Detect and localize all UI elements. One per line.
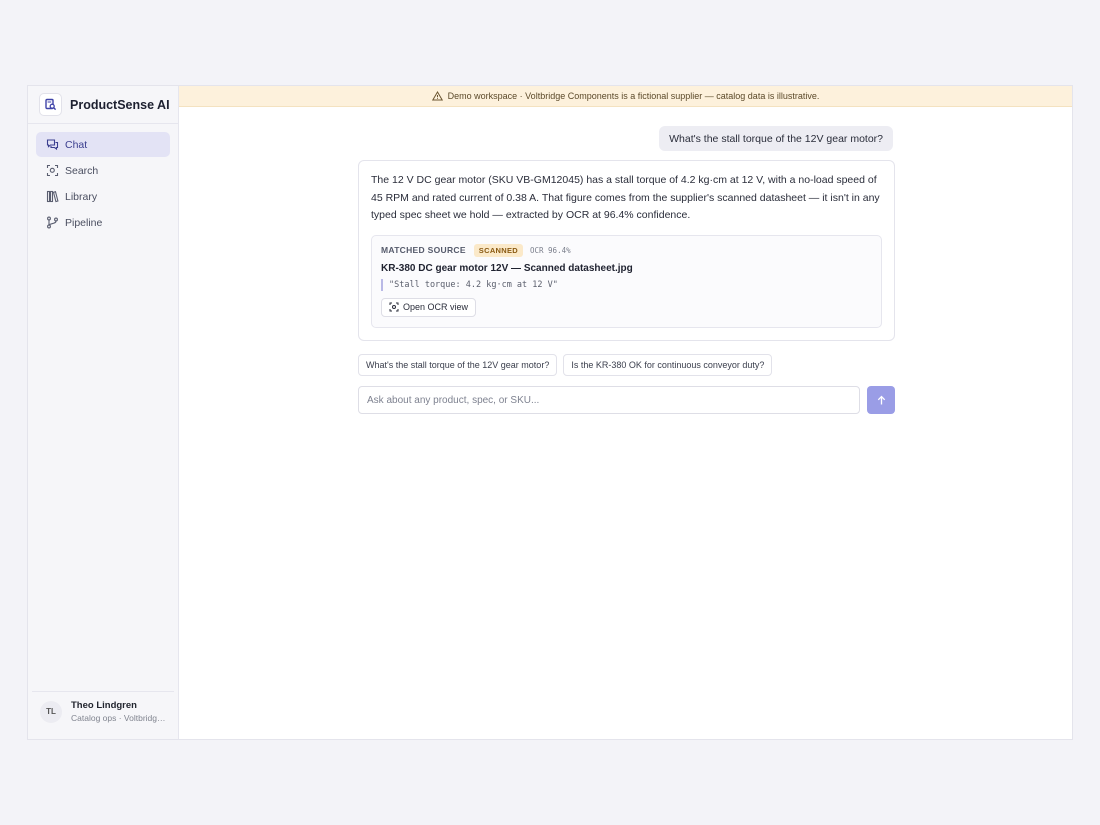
warning-icon xyxy=(431,91,443,101)
user-profile[interactable]: TL Theo Lindgren Catalog ops · Voltbridg… xyxy=(32,691,174,731)
sidebar-item-label: Chat xyxy=(65,138,88,151)
send-button[interactable] xyxy=(867,386,895,414)
user-role: Catalog ops · Voltbridge Components xyxy=(71,713,169,723)
chat-main: Demo workspace · Voltbridge Components i… xyxy=(179,86,1072,739)
suggestion-chip[interactable]: Is the KR-380 OK for continuous conveyor… xyxy=(563,354,773,376)
source-label: MATCHED SOURCE xyxy=(381,245,466,255)
app-window: ProductSense AI Chat Search Library Pipe… xyxy=(27,85,1073,740)
scan-search-icon xyxy=(45,164,59,178)
sidebar: ProductSense AI Chat Search Library Pipe… xyxy=(28,86,179,739)
banner-text: Demo workspace · Voltbridge Components i… xyxy=(447,91,820,101)
user-message: What's the stall torque of the 12V gear … xyxy=(659,126,893,151)
composer xyxy=(358,386,895,414)
user-info: Theo Lindgren Catalog ops · Voltbridge C… xyxy=(71,700,169,723)
sidebar-nav: Chat Search Library Pipeline xyxy=(28,124,178,235)
source-header: MATCHED SOURCE SCANNED OCR 96.4% xyxy=(381,243,872,257)
app-name: ProductSense AI xyxy=(70,97,170,112)
scan-icon xyxy=(389,302,399,312)
chat-input[interactable] xyxy=(358,386,860,414)
arrow-up-icon xyxy=(876,395,887,406)
chat-icon xyxy=(45,138,59,152)
open-ocr-view-button[interactable]: Open OCR view xyxy=(381,297,477,317)
logo-icon xyxy=(39,93,62,116)
user-name: Theo Lindgren xyxy=(71,700,137,711)
source-title[interactable]: KR-380 DC gear motor 12V — Scanned datas… xyxy=(381,263,872,274)
sidebar-item-search[interactable]: Search xyxy=(36,158,170,183)
open-ocr-view-label: Open OCR view xyxy=(403,302,469,312)
scanned-badge: SCANNED xyxy=(473,243,523,257)
matched-source-card: MATCHED SOURCE SCANNED OCR 96.4% KR-380 … xyxy=(371,234,882,328)
ocr-confidence: OCR 96.4% xyxy=(529,245,571,255)
sidebar-item-label: Library xyxy=(65,190,98,203)
sidebar-item-label: Pipeline xyxy=(65,216,103,229)
sidebar-item-label: Search xyxy=(65,164,99,177)
demo-banner: Demo workspace · Voltbridge Components i… xyxy=(179,86,1072,107)
library-icon xyxy=(45,190,59,204)
avatar: TL xyxy=(40,700,62,723)
pipeline-icon xyxy=(45,216,59,230)
assistant-answer: The 12 V DC gear motor (SKU VB-GM12045) … xyxy=(358,160,895,341)
sidebar-item-library[interactable]: Library xyxy=(36,184,170,209)
source-quote: "Stall torque: 4.2 kg·cm at 12 V" xyxy=(381,278,872,291)
suggestion-chips: What's the stall torque of the 12V gear … xyxy=(358,354,778,376)
brand[interactable]: ProductSense AI xyxy=(28,86,178,124)
suggestion-chip[interactable]: What's the stall torque of the 12V gear … xyxy=(358,354,558,376)
sidebar-item-pipeline[interactable]: Pipeline xyxy=(36,210,170,235)
sidebar-item-chat[interactable]: Chat xyxy=(36,132,170,157)
answer-text: The 12 V DC gear motor (SKU VB-GM12045) … xyxy=(371,174,880,221)
